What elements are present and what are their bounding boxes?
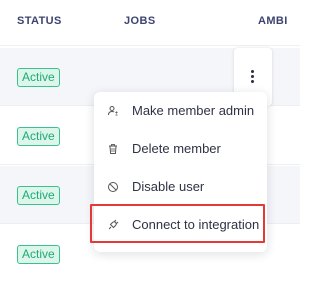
menu-item-label: Make member admin (132, 103, 255, 118)
trash-icon (109, 144, 117, 154)
block-icon (108, 182, 118, 192)
menu-item-label: Disable user (132, 179, 205, 194)
column-header-jobs[interactable]: JOBS (124, 15, 156, 27)
status-badge: Active (17, 245, 60, 264)
column-header-status[interactable]: STATUS (17, 15, 62, 27)
menu-item-make-member-admin[interactable]: Make member admin (94, 93, 267, 129)
column-header-ambit[interactable]: AMBI (258, 15, 288, 27)
menu-item-disable-user[interactable]: Disable user (94, 169, 267, 205)
status-badge: Active (17, 186, 60, 205)
highlight-box (90, 204, 265, 243)
user-admin-icon (108, 106, 118, 116)
table-header: STATUS JOBS AMBI (0, 0, 300, 46)
status-badge: Active (17, 127, 60, 146)
menu-item-delete-member[interactable]: Delete member (94, 131, 267, 167)
menu-item-label: Delete member (132, 141, 221, 156)
status-badge: Active (17, 68, 60, 87)
more-vertical-icon[interactable] (249, 69, 257, 85)
